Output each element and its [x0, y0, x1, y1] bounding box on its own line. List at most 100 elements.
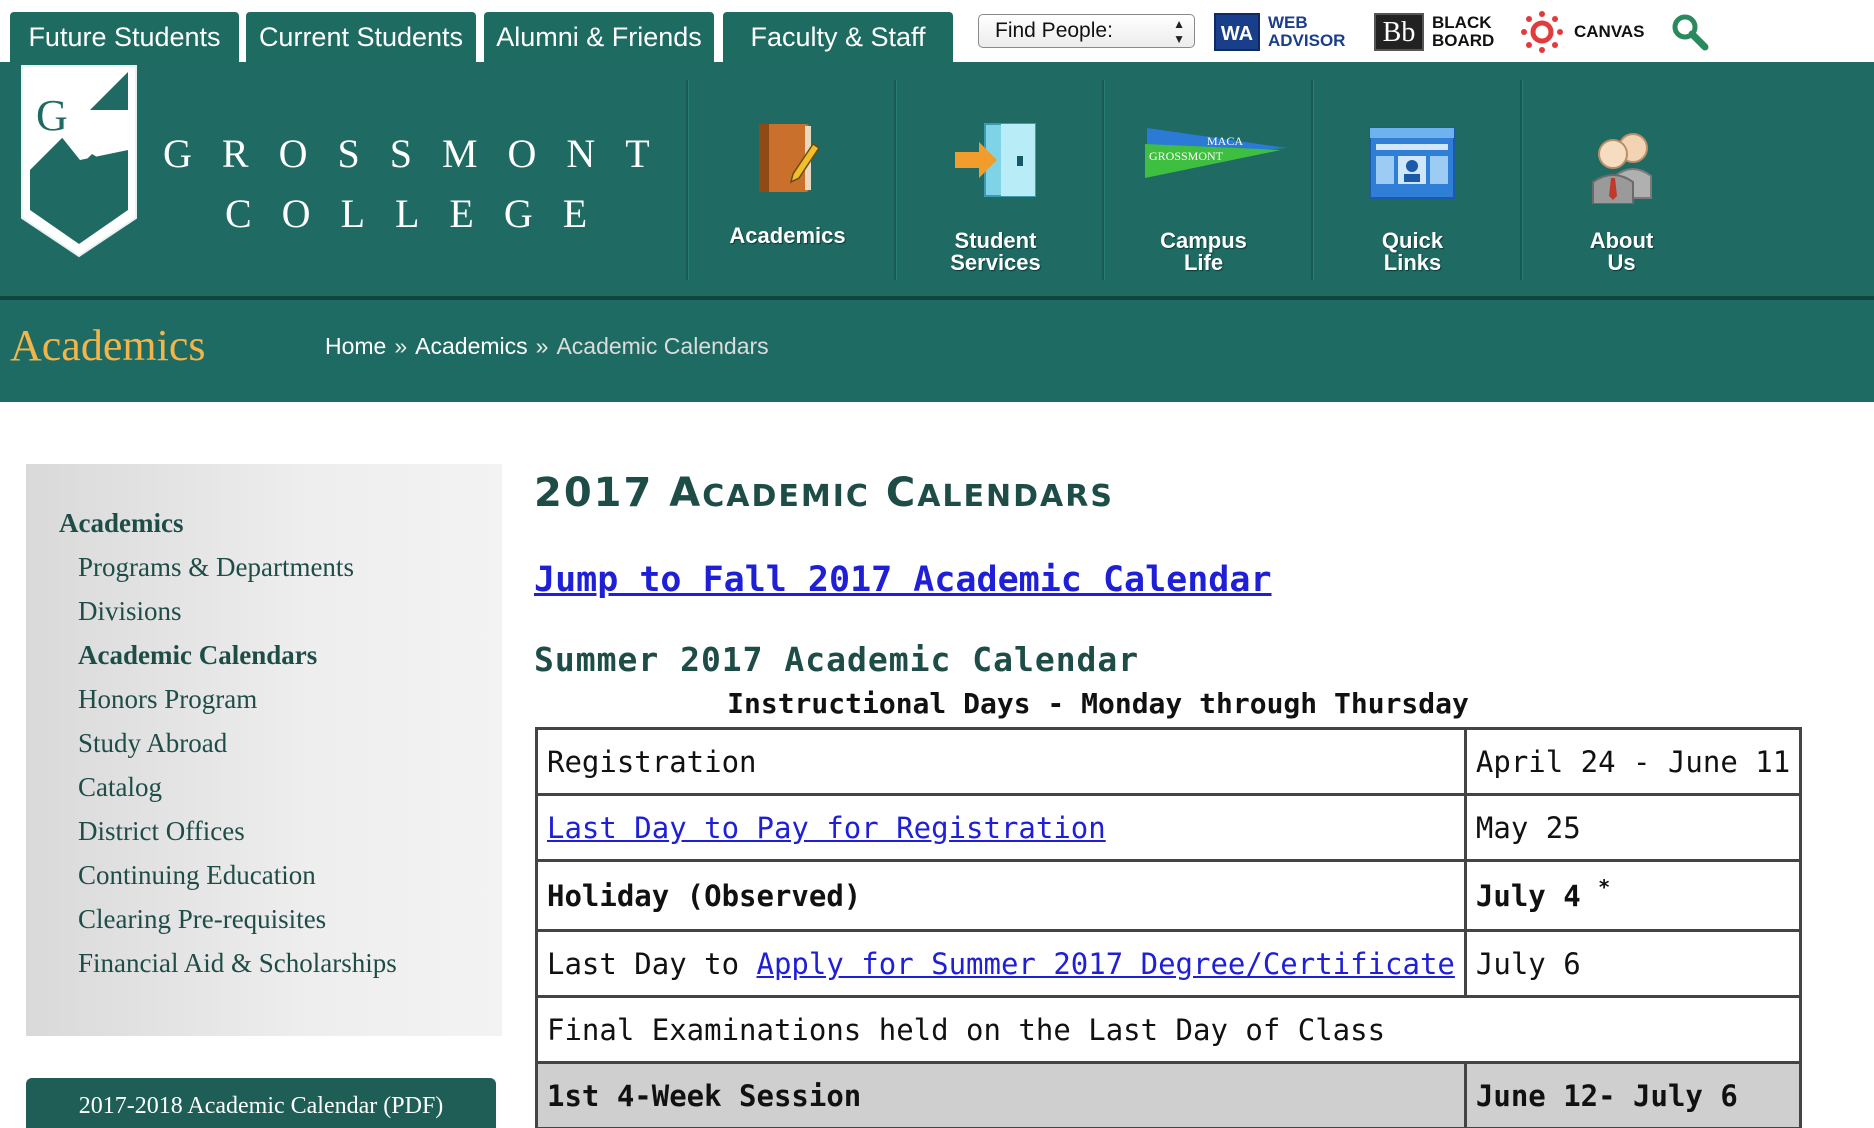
shield-logo-icon: G [21, 65, 137, 258]
table-row: Final Examinations held on the Last Day … [534, 995, 1803, 1064]
sidebar-item-district-offices[interactable]: District Offices [78, 816, 245, 847]
sidebar-item-financial-aid[interactable]: Financial Aid & Scholarships [78, 948, 397, 979]
breadcrumb-separator: » [535, 333, 549, 359]
row-registration-date: April 24 - June 11 [1463, 727, 1803, 796]
page-title-rest1: CADEMIC [702, 479, 870, 514]
summer-calendar-heading: Summer 2017 Academic Calendar [534, 640, 1140, 679]
pennant-text: GROSSMONT [1149, 149, 1224, 163]
row-session1-date: June 12- July 6 [1463, 1061, 1803, 1128]
table-row: Last Day to Pay for Registration May 25 [535, 793, 1803, 862]
nav-academics[interactable]: Academics [685, 62, 890, 296]
table-row: Last Day to Apply for Summer 2017 Degree… [535, 929, 1803, 998]
section-bar [0, 300, 1874, 402]
row-apply-cell: Last Day to Apply for Summer 2017 Degree… [535, 929, 1467, 998]
find-people-label: Find People: [995, 19, 1113, 42]
wordmark-line1: GROSSMONT [163, 131, 680, 176]
webadvisor-line2: ADVISOR [1268, 31, 1346, 50]
blackboard-link[interactable]: Bb BLACK BOARD [1374, 12, 1494, 52]
people-icon [1592, 133, 1652, 204]
canvas-link[interactable]: CANVAS [1520, 11, 1645, 53]
blackboard-icon: Bb [1374, 13, 1424, 51]
sidebar-item-continuing-education[interactable]: Continuing Education [78, 860, 316, 891]
sidebar-heading[interactable]: Academics [59, 508, 183, 539]
row-session1-label: 1st 4-Week Session [535, 1061, 1467, 1128]
nav-about-us[interactable]: About Us [1519, 62, 1724, 296]
pennant-text-top: MACA [1207, 134, 1243, 148]
breadcrumb: Home » Academics » Academic Calendars [325, 333, 769, 360]
row-holiday-label: Holiday (Observed) [535, 859, 1467, 932]
holiday-footnote-mark: * [1598, 874, 1611, 899]
tab-faculty-staff[interactable]: Faculty & Staff [723, 12, 953, 62]
book-pencil-icon [759, 124, 821, 192]
blackboard-line2: BOARD [1432, 31, 1495, 50]
breadcrumb-current: Academic Calendars [556, 333, 769, 359]
page-title: 2017 ACADEMIC CALENDARS [534, 470, 1114, 516]
sidebar-item-academic-calendars[interactable]: Academic Calendars [78, 640, 317, 671]
select-arrows-icon: ▲ ▼ [1173, 17, 1185, 46]
sidebar-item-catalog[interactable]: Catalog [78, 772, 162, 803]
logo-letter: G [36, 91, 68, 140]
apply-degree-certificate-link[interactable]: Apply for Summer 2017 Degree/Certificate [757, 947, 1455, 981]
canvas-icon [1521, 11, 1563, 53]
webadvisor-link[interactable]: WA WEB ADVISOR [1214, 12, 1345, 52]
nav-student-services-line2: Services [950, 250, 1041, 275]
page-title-a: A [669, 470, 703, 516]
row-last-pay-date: May 25 [1463, 793, 1803, 862]
last-day-to-pay-link[interactable]: Last Day to Pay for Registration [547, 811, 1106, 845]
canvas-label: CANVAS [1574, 22, 1645, 41]
magnifier-icon [1672, 14, 1709, 51]
academic-calendar-pdf-button[interactable]: 2017-2018 Academic Calendar (PDF) [26, 1078, 496, 1128]
row-last-pay-cell: Last Day to Pay for Registration [535, 793, 1467, 862]
nav-about-us-line1: About [1589, 228, 1654, 253]
sidebar-item-honors-program[interactable]: Honors Program [78, 684, 257, 715]
page-title-rest2: ALENDARS [917, 479, 1114, 514]
row-finals-label: Final Examinations held on the Last Day … [534, 995, 1803, 1064]
sidebar-item-divisions[interactable]: Divisions [78, 596, 182, 627]
utility-bar: Future Students Current Students Alumni … [0, 0, 1874, 62]
row-registration-label: Registration [535, 727, 1467, 796]
row-apply-date: July 6 [1463, 929, 1803, 998]
summer-calendar-table: Registration April 24 - June 11 Last Day… [534, 727, 1803, 1128]
nav-campus-life[interactable]: MACA GROSSMONT Campus Life [1101, 62, 1306, 296]
nav-quick-links-line2: Links [1383, 250, 1442, 275]
nav-quick-links-line1: Quick [1381, 228, 1444, 253]
webadvisor-line1: WEB [1268, 13, 1308, 32]
table-row: 1st 4-Week Session June 12- July 6 [535, 1061, 1803, 1128]
page-title-c: C [885, 470, 918, 516]
college-logo[interactable]: G [20, 62, 138, 262]
webadvisor-icon: WA [1214, 13, 1260, 51]
tab-current-students[interactable]: Current Students [246, 12, 476, 62]
nav-academics-label: Academics [729, 223, 846, 248]
row-holiday-date-cell: July 4 * [1463, 859, 1803, 932]
nav-student-services[interactable]: Student Services [893, 62, 1098, 296]
blackboard-line1: BLACK [1432, 13, 1492, 32]
section-title: Academics [10, 321, 206, 370]
jump-to-fall-link[interactable]: Jump to Fall 2017 Academic Calendar [534, 560, 1272, 600]
page-title-year: 2017 [534, 470, 654, 516]
breadcrumb-separator: » [394, 333, 408, 359]
table-row: Registration April 24 - June 11 [535, 727, 1803, 796]
row-apply-prefix: Last Day to [547, 946, 757, 981]
row-holiday-date: July 4 [1475, 878, 1581, 913]
instructional-days-subheading: Instructional Days - Monday through Thur… [727, 687, 1469, 720]
pennant-icon: MACA GROSSMONT [1145, 128, 1287, 178]
door-arrow-icon [955, 123, 1036, 197]
wordmark-line2: COLLEGE [225, 191, 618, 236]
breadcrumb-academics[interactable]: Academics [415, 333, 527, 359]
college-wordmark: GROSSMONT COLLEGE [163, 130, 680, 236]
sidebar-item-programs-departments[interactable]: Programs & Departments [78, 552, 354, 583]
tab-future-students[interactable]: Future Students [10, 12, 239, 62]
nav-about-us-line2: Us [1607, 250, 1636, 275]
sidebar-item-clearing-prerequisites[interactable]: Clearing Pre-requisites [78, 904, 326, 935]
nav-campus-life-line1: Campus [1160, 228, 1247, 253]
sidebar-item-study-abroad[interactable]: Study Abroad [78, 728, 227, 759]
table-row: Holiday (Observed) July 4 * [535, 859, 1803, 932]
nav-campus-life-line2: Life [1183, 250, 1224, 275]
nav-quick-links[interactable]: Quick Links [1310, 62, 1515, 296]
search-button[interactable] [1670, 12, 1710, 56]
tab-alumni-friends[interactable]: Alumni & Friends [484, 12, 714, 62]
nav-student-services-line1: Student [954, 228, 1037, 253]
find-people-select[interactable]: Find People: ▲ ▼ [978, 14, 1195, 48]
breadcrumb-home[interactable]: Home [325, 333, 386, 359]
webpage-icon [1369, 127, 1455, 199]
